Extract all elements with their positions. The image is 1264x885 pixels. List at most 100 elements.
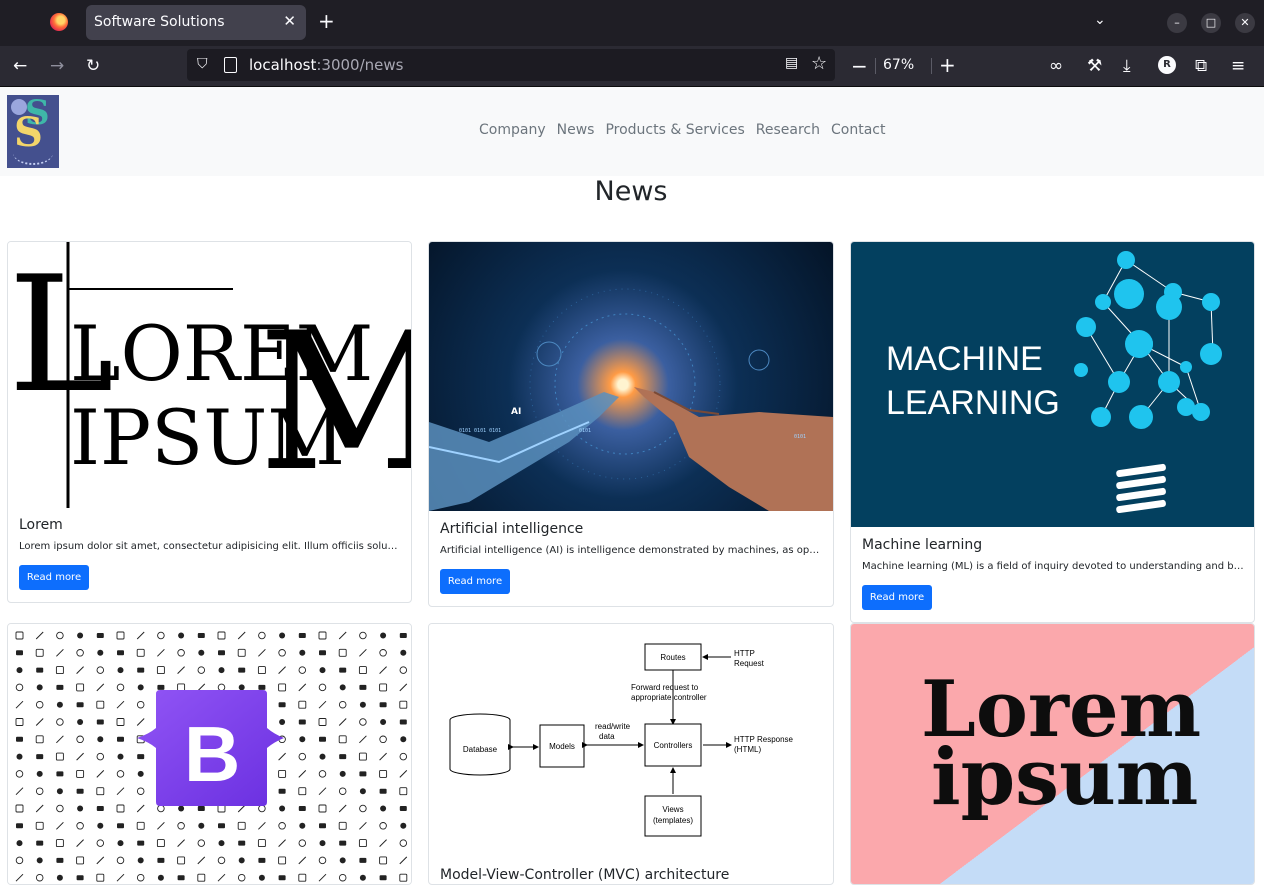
grid-glyph-icon [379, 649, 387, 657]
read-more-button[interactable]: Read more [862, 585, 932, 610]
grid-glyph-icon [238, 684, 245, 691]
grid-glyph-icon [217, 856, 226, 865]
grid-glyph-icon [298, 873, 307, 882]
grid-glyph-icon [117, 667, 124, 674]
grid-glyph-icon [77, 805, 84, 812]
divider [875, 58, 876, 74]
grid-glyph-icon [15, 856, 24, 865]
extensions-icon[interactable]: ⧉ [1195, 56, 1207, 76]
grid-glyph-icon [136, 821, 145, 830]
grid-glyph-icon [298, 770, 307, 778]
grid-glyph-icon [298, 666, 307, 674]
grid-glyph-icon [56, 701, 63, 708]
nav-link-research[interactable]: Research [756, 122, 820, 138]
zoom-out-icon[interactable]: − [851, 54, 868, 78]
grid-glyph-icon [177, 683, 186, 692]
reload-icon[interactable]: ↻ [86, 56, 100, 76]
url-bar[interactable]: ⛉ localhost:3000/news ▤ ☆ [187, 49, 835, 81]
read-more-button[interactable]: Read more [440, 569, 510, 594]
grid-glyph-icon [137, 754, 145, 760]
card-text: Artificial intelligence (AI) is intellig… [440, 545, 822, 556]
shield-icon[interactable]: ⛉ [197, 56, 208, 72]
grid-glyph-icon [339, 770, 346, 777]
grid-glyph-icon [400, 822, 407, 829]
nav-link-company[interactable]: Company [479, 122, 546, 138]
svg-text:read/write: read/write [595, 722, 631, 731]
grid-glyph-icon [318, 770, 327, 778]
browser-nav-bar: ← → ↻ ⛉ localhost:3000/news ▤ ☆ − 67% + … [0, 46, 1264, 87]
grid-glyph-icon [157, 821, 165, 830]
grid-glyph-icon [16, 840, 23, 847]
grid-glyph-icon [117, 736, 124, 742]
grid-glyph-icon [157, 684, 165, 690]
profile-avatar[interactable]: R [1158, 56, 1176, 74]
bookmark-star-icon[interactable]: ☆ [811, 53, 827, 74]
grid-glyph-icon [55, 752, 64, 761]
grid-glyph-icon [197, 806, 205, 811]
news-card: L LOREM IPSUM M Lorem Lorem ipsum dolor … [7, 241, 412, 603]
grid-glyph-icon [319, 753, 326, 760]
browser-tab-bar: Software Solutions ✕ + ⌄ – □ ✕ [0, 0, 1264, 46]
private-mask-icon[interactable]: ∞ [1049, 56, 1063, 76]
news-card: B [7, 623, 412, 885]
nav-link-products-services[interactable]: Products & Services [605, 122, 744, 138]
grid-glyph-icon [197, 633, 205, 638]
new-tab-icon[interactable]: + [318, 10, 335, 32]
card-image: B [8, 624, 411, 884]
reader-view-icon[interactable]: ▤ [785, 55, 798, 71]
chevron-down-icon[interactable]: ⌄ [1094, 12, 1106, 28]
grid-glyph-icon [379, 683, 388, 692]
grid-glyph-icon [258, 874, 265, 881]
grid-glyph-icon [157, 857, 165, 863]
grid-glyph-icon [400, 649, 407, 656]
grid-glyph-icon [76, 683, 85, 692]
grid-glyph-icon [258, 804, 266, 813]
grid-glyph-icon [359, 648, 367, 657]
grid-glyph-icon [257, 839, 266, 848]
grid-glyph-icon [178, 632, 185, 639]
grid-glyph-icon [137, 684, 144, 691]
grid-glyph-icon [318, 856, 327, 865]
grid-glyph-icon [379, 788, 387, 794]
svg-text:Routes: Routes [660, 653, 685, 662]
grid-glyph-icon [278, 856, 287, 865]
back-icon[interactable]: ← [13, 56, 27, 76]
forward-icon[interactable]: → [50, 56, 64, 76]
grid-glyph-icon [399, 719, 407, 725]
close-tab-icon[interactable]: ✕ [283, 12, 296, 30]
nav-link-news[interactable]: News [557, 122, 595, 138]
browser-tab[interactable]: Software Solutions ✕ [86, 5, 306, 40]
svg-text:(templates): (templates) [653, 816, 693, 825]
nav-link-contact[interactable]: Contact [831, 122, 885, 138]
grid-glyph-icon [35, 735, 44, 744]
grid-glyph-icon [76, 752, 84, 761]
grid-glyph-icon [338, 735, 347, 744]
svg-text:appropriate controller: appropriate controller [631, 693, 707, 702]
zoom-level[interactable]: 67% [883, 57, 914, 73]
grid-glyph-icon [298, 787, 307, 796]
grid-glyph-icon [177, 822, 185, 830]
minimize-icon[interactable]: – [1167, 13, 1187, 33]
grid-glyph-icon [36, 840, 44, 846]
grid-glyph-icon [218, 840, 225, 847]
grid-glyph-icon [96, 873, 105, 882]
close-window-icon[interactable]: ✕ [1235, 13, 1255, 33]
card-image: L LOREM IPSUM M [8, 242, 411, 508]
download-icon[interactable]: ⤓ [1123, 56, 1131, 76]
grid-glyph-icon [379, 856, 388, 865]
grid-glyph-icon [117, 753, 124, 760]
maximize-icon[interactable]: □ [1201, 13, 1221, 33]
site-logo[interactable]: S S [7, 95, 59, 168]
firefox-icon[interactable] [50, 13, 68, 31]
wrench-icon[interactable]: ⚒ [1087, 56, 1102, 76]
grid-glyph-icon [237, 648, 246, 657]
url-text[interactable]: localhost:3000/news [249, 56, 403, 74]
read-more-button[interactable]: Read more [19, 565, 89, 590]
grid-glyph-icon [157, 804, 165, 813]
grid-glyph-icon [76, 856, 85, 865]
page-info-icon[interactable] [224, 57, 237, 73]
hamburger-menu-icon[interactable]: ≡ [1231, 56, 1245, 76]
zoom-in-icon[interactable]: + [939, 53, 956, 77]
grid-glyph-icon [217, 631, 226, 640]
grid-glyph-icon [35, 787, 44, 795]
